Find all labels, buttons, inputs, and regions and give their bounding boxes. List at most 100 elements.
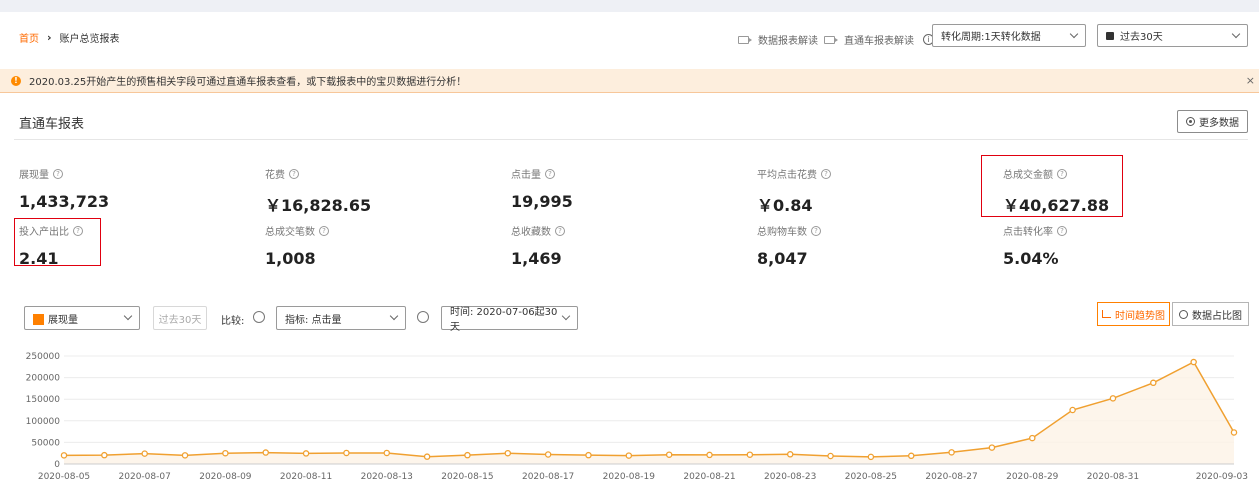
- breadcrumb-home[interactable]: 首页: [19, 30, 39, 45]
- x-tick-label: 2020-08-13: [361, 472, 413, 482]
- help-icon[interactable]: ?: [821, 168, 831, 179]
- calendar-icon: [1106, 31, 1114, 40]
- data-point[interactable]: [262, 449, 269, 456]
- data-point[interactable]: [948, 449, 955, 456]
- data-point[interactable]: [464, 451, 471, 459]
- x-tick-label: 2020-08-17: [522, 472, 574, 482]
- breadcrumb-current: 账户总览报表: [59, 34, 120, 45]
- data-point[interactable]: [343, 449, 350, 457]
- help-icon[interactable]: ?: [555, 225, 565, 236]
- data-point[interactable]: [101, 451, 108, 459]
- pie-chart-icon: [1179, 309, 1188, 319]
- x-tick-label: 2020-08-27: [925, 472, 977, 482]
- x-tick-label: 2020-08-19: [603, 472, 656, 482]
- data-point[interactable]: [1109, 395, 1117, 402]
- metric-value: 5.04%: [1003, 249, 1059, 268]
- indicator-select-value: 指标: 点击量: [285, 314, 342, 326]
- highlight-box-roi: [14, 218, 101, 266]
- metric-label-text: 平均点击花费: [757, 170, 817, 181]
- data-point[interactable]: [504, 449, 512, 457]
- metric-label: 总成交笔数?: [265, 223, 329, 238]
- data-point[interactable]: [907, 452, 915, 460]
- data-point[interactable]: [746, 451, 754, 458]
- metric-select[interactable]: 展现量: [24, 306, 140, 330]
- breadcrumb: 首页 › 账户总览报表: [19, 30, 120, 45]
- data-point[interactable]: [302, 450, 310, 457]
- data-point[interactable]: [867, 453, 875, 461]
- data-point[interactable]: [706, 451, 713, 459]
- close-icon[interactable]: ×: [1246, 74, 1255, 87]
- section-title: 直通车报表: [19, 117, 85, 132]
- breadcrumb-separator: ›: [47, 31, 52, 44]
- help-icon[interactable]: ?: [811, 225, 821, 236]
- indicator-select[interactable]: 指标: 点击量: [276, 306, 406, 330]
- trend-chart-button[interactable]: 时间趋势图: [1097, 302, 1170, 326]
- metric-label-text: 点击转化率: [1003, 227, 1053, 238]
- metric-value: 19,995: [511, 192, 573, 211]
- conversion-period-value: 转化周期:1天转化数据: [941, 32, 1041, 43]
- data-point[interactable]: [181, 452, 189, 459]
- past30-button[interactable]: 过去30天: [153, 306, 207, 330]
- data-point[interactable]: [585, 451, 592, 459]
- more-data-button[interactable]: 更多数据: [1177, 110, 1248, 133]
- chevron-down-icon: [1069, 29, 1079, 38]
- conversion-period-select[interactable]: 转化周期:1天转化数据: [932, 24, 1086, 47]
- data-point[interactable]: [60, 452, 68, 459]
- data-point[interactable]: [1029, 434, 1036, 442]
- metric-label: 平均点击花费?: [757, 166, 831, 181]
- data-point[interactable]: [423, 453, 431, 460]
- x-tick-label: 2020-09-03: [1196, 472, 1248, 482]
- metric-select-value: 展现量: [48, 314, 78, 326]
- ratio-chart-button[interactable]: 数据占比图: [1172, 302, 1249, 326]
- video-icon: [824, 35, 838, 44]
- x-tick-label: 2020-08-11: [280, 472, 332, 482]
- x-tick-label: 2020-08-09: [199, 472, 252, 482]
- help-icon[interactable]: ?: [289, 168, 299, 179]
- data-point[interactable]: [1230, 429, 1238, 436]
- compare-label: 比较:: [221, 316, 245, 327]
- help-icon[interactable]: ?: [1057, 225, 1067, 236]
- time-select[interactable]: 时间: 2020-07-06起30天: [441, 306, 578, 333]
- data-point[interactable]: [544, 451, 552, 458]
- y-tick-label: 50000: [31, 438, 60, 448]
- date-range-select[interactable]: 过去30天: [1097, 24, 1248, 47]
- data-report-link[interactable]: 数据报表解读: [738, 32, 818, 47]
- data-point[interactable]: [383, 449, 391, 457]
- data-point[interactable]: [1150, 379, 1157, 387]
- metric-card: 平均点击花费? ￥0.84: [757, 166, 831, 216]
- data-point[interactable]: [1190, 358, 1197, 366]
- help-icon[interactable]: ?: [319, 225, 329, 236]
- x-tick-label: 2020-08-25: [845, 472, 897, 482]
- video-icon: [738, 35, 752, 44]
- metric-card: 点击量? 19,995: [511, 166, 573, 211]
- help-icon[interactable]: ?: [545, 168, 555, 179]
- data-point[interactable]: [625, 452, 633, 459]
- data-point[interactable]: [222, 449, 229, 457]
- metric-card: 展现量? 1,433,723: [19, 166, 109, 211]
- data-point[interactable]: [827, 452, 834, 460]
- data-point[interactable]: [988, 444, 996, 451]
- gear-icon: [1186, 117, 1195, 126]
- chevron-down-icon: [389, 311, 399, 321]
- metric-label: 总收藏数?: [511, 223, 565, 238]
- y-tick-label: 100000: [26, 417, 61, 427]
- divider: [14, 139, 1248, 140]
- metric-card: 花费? ￥16,828.65: [265, 166, 371, 216]
- data-point[interactable]: [665, 451, 673, 458]
- y-tick-label: 200000: [26, 374, 61, 384]
- ztc-report-link[interactable]: 直通车报表解读 i: [824, 32, 934, 47]
- chevron-down-icon: [1231, 29, 1241, 38]
- more-data-label: 更多数据: [1199, 118, 1239, 129]
- highlight-box-gmv: [981, 155, 1123, 217]
- metric-label-text: 总成交笔数: [265, 227, 315, 238]
- data-point[interactable]: [141, 450, 148, 457]
- metric-card: 点击转化率? 5.04%: [1003, 223, 1067, 268]
- help-icon[interactable]: ?: [53, 168, 63, 179]
- metric-label: 总购物车数?: [757, 223, 821, 238]
- data-point[interactable]: [786, 451, 794, 458]
- data-point[interactable]: [1069, 406, 1076, 414]
- time-radio[interactable]: [417, 311, 429, 323]
- compare-radio[interactable]: [253, 311, 265, 323]
- top-strip: [0, 0, 1259, 12]
- ratio-chart-label: 数据占比图: [1192, 310, 1242, 322]
